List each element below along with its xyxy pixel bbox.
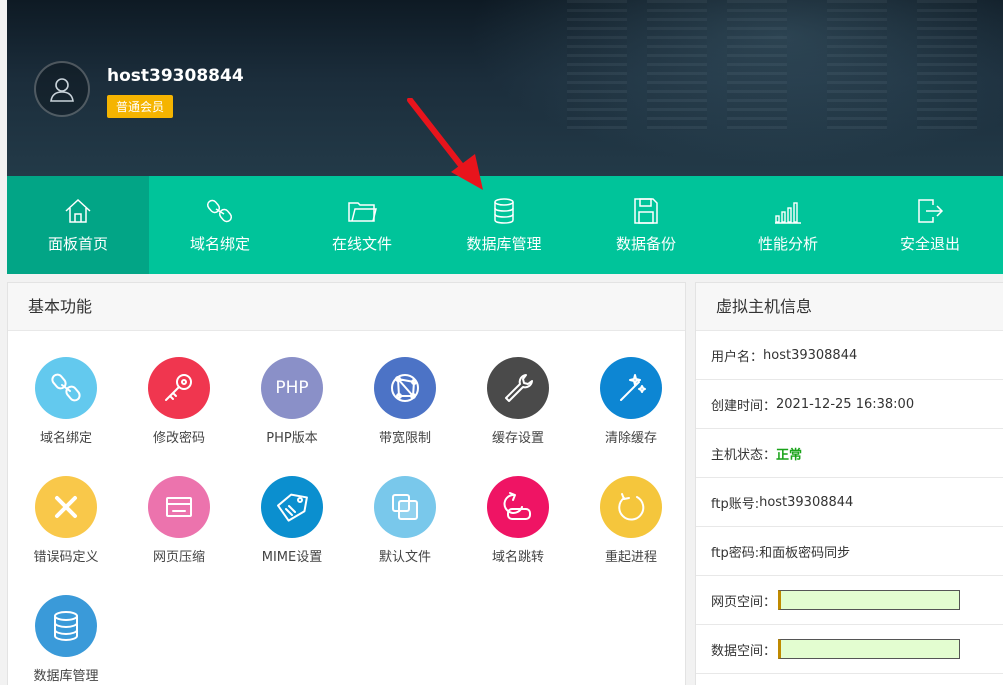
database-icon (35, 595, 97, 657)
banner-glow (443, 0, 1003, 176)
info-label: ftp账号: (711, 496, 760, 512)
info-row-ftp-password: ftp密码: 和面板密码同步 (696, 527, 1003, 576)
panel-title: 虚拟主机信息 (696, 283, 1003, 331)
host-info-panel: 虚拟主机信息 用户名： host39308844 创建时间： 2021-12-25 … (695, 282, 1003, 685)
function-tile[interactable]: 缓存设置 (463, 357, 573, 446)
tag-icon (261, 476, 323, 538)
info-row-username: 用户名： host39308844 (696, 331, 1003, 380)
function-label: 重起进程 (604, 550, 657, 565)
nav-label: 安全退出 (899, 234, 960, 253)
function-label: 域名绑定 (39, 431, 92, 446)
data-space-bar (778, 639, 961, 659)
function-tile[interactable]: 带宽限制 (350, 357, 460, 446)
nav-label: 域名绑定 (189, 234, 250, 253)
nav-label: 数据备份 (615, 234, 676, 253)
info-label: 创建时间： (711, 398, 777, 414)
function-tile[interactable]: PHP PHP版本 (237, 357, 347, 446)
info-row-created: 创建时间： 2021-12-25 16:38:00 (696, 380, 1003, 429)
annotation-arrow-icon (407, 98, 483, 190)
avatar (34, 61, 90, 117)
function-tile[interactable]: 错误码定义 (11, 476, 121, 565)
nav-item-backup[interactable]: 数据备份 (575, 176, 717, 274)
key-icon (148, 357, 210, 419)
nav-label: 在线文件 (331, 234, 392, 253)
home-icon (65, 198, 91, 223)
function-tile[interactable]: 清除缓存 (576, 357, 686, 446)
function-tile[interactable]: 网页压缩 (124, 476, 234, 565)
network-icon (374, 357, 436, 419)
web-space-bar (778, 590, 961, 610)
info-label: 主机状态： (711, 447, 777, 463)
info-row-ftp-account: ftp账号: host39308844 (696, 478, 1003, 527)
restart-icon (600, 476, 662, 538)
status-value: 正常 (776, 447, 803, 463)
info-value: host39308844 (759, 494, 854, 510)
info-row-web-space: 网页空间： (696, 576, 1003, 625)
function-label: 网页压缩 (152, 550, 205, 565)
basic-functions-panel: 基本功能 域名绑定 修改密码 PHP PHP版本 带宽限制 缓存设置 清除缓存错误码定义 网页… (7, 282, 686, 685)
link-icon (206, 199, 233, 222)
nav-item-logout[interactable]: 安全退出 (859, 176, 1001, 274)
page: { "header": { "username": "host39308844"… (0, 0, 1003, 685)
info-label: 用户名： (711, 349, 764, 365)
info-row-status: 主机状态： 正常 (696, 429, 1003, 478)
close-icon (35, 476, 97, 538)
wrench-icon (487, 357, 549, 419)
nav-label: 性能分析 (757, 234, 818, 253)
card-icon (148, 476, 210, 538)
info-value: 和面板密码同步 (759, 545, 851, 561)
function-label: 修改密码 (152, 431, 205, 446)
php-icon-text: PHP (275, 378, 309, 398)
magic-wand-icon (600, 357, 662, 419)
save-icon (634, 197, 658, 224)
function-tile[interactable]: 数据库管理 (11, 595, 121, 684)
panel-title: 基本功能 (8, 283, 685, 331)
function-tile[interactable]: 域名跳转 (463, 476, 573, 565)
member-badge: 普通会员 (107, 95, 174, 118)
function-label: 数据库管理 (33, 669, 99, 684)
function-label: MIME设置 (261, 550, 323, 565)
info-label: 网页空间： (711, 594, 777, 610)
function-label: 错误码定义 (33, 550, 99, 565)
nav-item-domain[interactable]: 域名绑定 (149, 176, 291, 274)
function-label: 默认文件 (378, 550, 431, 565)
nav-label: 数据库管理 (466, 234, 542, 253)
copy-icon (374, 476, 436, 538)
function-tile[interactable]: 重起进程 (576, 476, 686, 565)
info-label: 数据空间： (711, 643, 777, 659)
folder-icon (348, 201, 377, 222)
function-label: PHP版本 (266, 431, 318, 446)
bar-signal-icon (775, 201, 801, 224)
function-tile[interactable]: 域名绑定 (11, 357, 121, 446)
nav-item-home[interactable]: 面板首页 (7, 176, 149, 274)
info-row-data-space: 数据空间： (696, 625, 1003, 674)
logout-icon (918, 198, 944, 223)
user-icon (50, 78, 74, 102)
function-tile[interactable]: MIME设置 (237, 476, 347, 565)
nav-label: 面板首页 (47, 234, 108, 253)
username: host39308844 (107, 66, 244, 86)
database-icon (494, 197, 514, 224)
function-label: 清除缓存 (604, 431, 657, 446)
main-nav: 面板首页 域名绑定 在线文件 数据库管理 数据备份 性能分析 安全退出 (7, 176, 1003, 274)
function-label: 域名跳转 (491, 550, 544, 565)
link-icon (35, 357, 97, 419)
function-label: 带宽限制 (378, 431, 431, 446)
php-icon: PHP (261, 357, 323, 419)
header-banner: host39308844 普通会员 (7, 0, 1003, 176)
info-value: host39308844 (763, 347, 858, 363)
redirect-icon (487, 476, 549, 538)
function-label: 缓存设置 (491, 431, 544, 446)
nav-item-performance[interactable]: 性能分析 (717, 176, 859, 274)
info-label: ftp密码: (711, 545, 760, 561)
info-value: 2021-12-25 16:38:00 (776, 396, 915, 412)
function-tile[interactable]: 默认文件 (350, 476, 460, 565)
function-tile[interactable]: 修改密码 (124, 357, 234, 446)
